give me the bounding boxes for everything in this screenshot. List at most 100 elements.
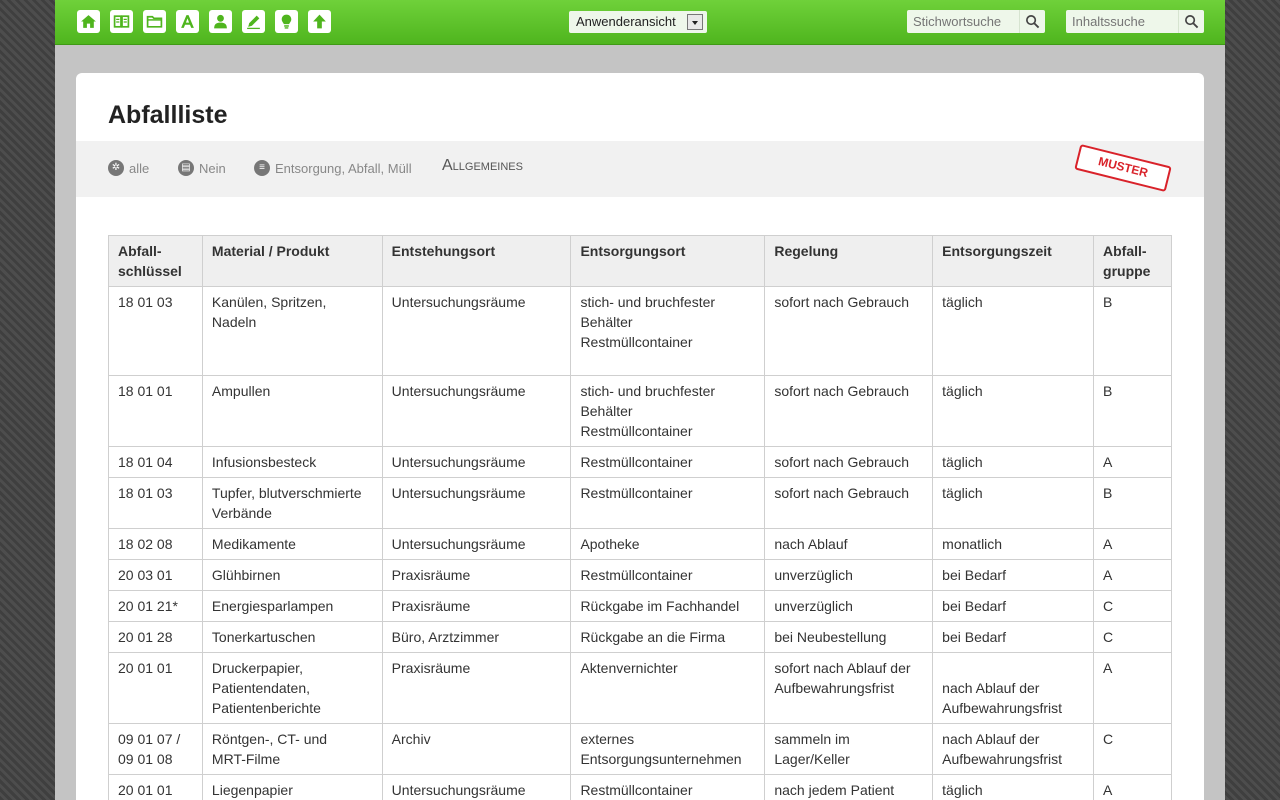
col-header-group[interactable]: Abfall- gruppe [1093, 235, 1172, 287]
cell-material: Kanülen, Spritzen, Nadeln [201, 286, 383, 376]
cell-key: 18 01 03 [108, 477, 203, 529]
table-row: 18 01 01 Ampullen Untersuchungsräume sti… [108, 375, 1172, 447]
cell-origin: Praxisräume [381, 590, 572, 622]
cell-origin: Untersuchungsräume [381, 477, 572, 529]
cell-key: 18 02 08 [108, 528, 203, 560]
keyword-search [907, 10, 1045, 33]
cell-origin: Archiv [381, 723, 572, 775]
cell-disposal-place: stich- und bruchfester Behälter Restmüll… [570, 286, 766, 376]
cell-group: B [1093, 286, 1172, 376]
cell-origin: Untersuchungsräume [381, 774, 572, 800]
meta-bar: ✲ alle ▤ Nein ≡ Entsorgung, Abfall, Müll… [76, 141, 1204, 197]
user-icon[interactable] [209, 10, 232, 33]
scope-icon: ✲ [108, 160, 124, 176]
cell-rule: sofort nach Gebrauch [764, 446, 934, 478]
table-row: 20 01 01 Liegenpapier Untersuchungsräume… [108, 774, 1172, 800]
cell-key: 18 01 04 [108, 446, 203, 478]
cell-disposal-place: Restmüllcontainer [570, 774, 766, 800]
book-icon[interactable] [110, 10, 133, 33]
cell-group: C [1093, 590, 1172, 622]
cell-group: C [1093, 723, 1172, 775]
cell-disposal-time: täglich [932, 375, 1095, 447]
page-title: Abfallliste [108, 101, 228, 129]
cell-key: 20 01 21* [108, 590, 203, 622]
cell-key: 20 01 28 [108, 621, 203, 653]
table-row: 18 02 08 Medikamente Untersuchungsräume … [108, 528, 1172, 560]
cell-rule: nach Ablauf [764, 528, 934, 560]
search-icon[interactable] [1178, 10, 1204, 33]
cell-disposal-time: nach Ablauf der Aufbewahrungsfrist [932, 652, 1095, 724]
cell-material: Druckerpapier, Patientendaten, Patienten… [201, 652, 383, 724]
cell-disposal-place: Rückgabe an die Firma [570, 621, 766, 653]
cell-key: 18 01 03 [108, 286, 203, 376]
col-header-disposal-place[interactable]: Entsorgungsort [570, 235, 766, 287]
cell-material: Röntgen-, CT- und MRT-Filme [201, 723, 383, 775]
cell-disposal-time: bei Bedarf [932, 590, 1095, 622]
search-icon[interactable] [1019, 10, 1045, 33]
arrow-up-icon[interactable] [308, 10, 331, 33]
cell-origin: Praxisräume [381, 559, 572, 591]
cell-rule: bei Neubestellung [764, 621, 934, 653]
cell-material: Energiesparlampen [201, 590, 383, 622]
cell-disposal-time: nach Ablauf der Aufbewahrungsfrist [932, 723, 1095, 775]
meta-tags-label: Entsorgung, Abfall, Müll [275, 160, 412, 176]
table-row: 20 01 28 Tonerkartuschen Büro, Arztzimme… [108, 621, 1172, 653]
col-header-material[interactable]: Material / Produkt [201, 235, 383, 287]
cell-disposal-place: Aktenvernichter [570, 652, 766, 724]
cell-group: A [1093, 528, 1172, 560]
cell-group: A [1093, 446, 1172, 478]
cell-key: 09 01 07 / 09 01 08 [108, 723, 203, 775]
cell-rule: sofort nach Gebrauch [764, 375, 934, 447]
col-header-key[interactable]: Abfall- schlüssel [108, 235, 203, 287]
meta-scope: ✲ alle [108, 160, 149, 176]
meta-print: ▤ Nein [178, 160, 226, 176]
keyword-search-input[interactable] [907, 10, 1015, 33]
cell-rule: sofort nach Ablauf der Aufbewahrungsfris… [764, 652, 934, 724]
col-header-disposal-time[interactable]: Entsorgungszeit [932, 235, 1095, 287]
cell-group: A [1093, 559, 1172, 591]
cell-rule: unverzüglich [764, 559, 934, 591]
pencil-icon[interactable] [242, 10, 265, 33]
cell-disposal-time: täglich [932, 774, 1095, 800]
cell-disposal-place: Rückgabe im Fachhandel [570, 590, 766, 622]
cell-disposal-time: täglich [932, 446, 1095, 478]
content-search [1066, 10, 1204, 33]
meta-tags: ≡ Entsorgung, Abfall, Müll [254, 160, 412, 176]
cell-origin: Untersuchungsräume [381, 446, 572, 478]
cell-disposal-place: stich- und bruchfester Behälter Restmüll… [570, 375, 766, 447]
cell-group: B [1093, 375, 1172, 447]
printer-icon: ▤ [178, 160, 194, 176]
page-frame: Anwenderansicht Abfallliste ✲ alle ▤ [55, 0, 1225, 800]
lightbulb-icon[interactable] [275, 10, 298, 33]
cell-disposal-time: monatlich [932, 528, 1095, 560]
cell-group: C [1093, 621, 1172, 653]
nav-icons [77, 10, 341, 33]
content-search-input[interactable] [1066, 10, 1174, 33]
chevron-down-icon[interactable] [687, 14, 703, 30]
cell-material: Liegenpapier [201, 774, 383, 800]
tags-icon: ≡ [254, 160, 270, 176]
cell-origin: Untersuchungsräume [381, 375, 572, 447]
cell-disposal-place: Restmüllcontainer [570, 446, 766, 478]
cell-origin: Untersuchungsräume [381, 528, 572, 560]
col-header-origin[interactable]: Entstehungsort [381, 235, 572, 287]
cell-rule: sofort nach Gebrauch [764, 286, 934, 376]
cell-disposal-place: Restmüllcontainer [570, 477, 766, 529]
cell-material: Tonerkartuschen [201, 621, 383, 653]
home-icon[interactable] [77, 10, 100, 33]
meta-scope-label: alle [129, 160, 150, 176]
cell-origin: Untersuchungsräume [381, 286, 572, 376]
cell-key: 20 01 01 [108, 774, 203, 800]
view-select[interactable]: Anwenderansicht [569, 11, 707, 33]
folder-icon[interactable] [143, 10, 166, 33]
cell-key: 20 03 01 [108, 559, 203, 591]
font-icon[interactable] [176, 10, 199, 33]
col-header-rule[interactable]: Regelung [764, 235, 934, 287]
table-row: 20 03 01 Glühbirnen Praxisräume Restmüll… [108, 559, 1172, 591]
table-row: 18 01 04 Infusionsbesteck Untersuchungsr… [108, 446, 1172, 478]
cell-key: 20 01 01 [108, 652, 203, 724]
cell-group: B [1093, 477, 1172, 529]
view-select-value: Anwenderansicht [576, 14, 676, 29]
cell-material: Medikamente [201, 528, 383, 560]
cell-material: Glühbirnen [201, 559, 383, 591]
